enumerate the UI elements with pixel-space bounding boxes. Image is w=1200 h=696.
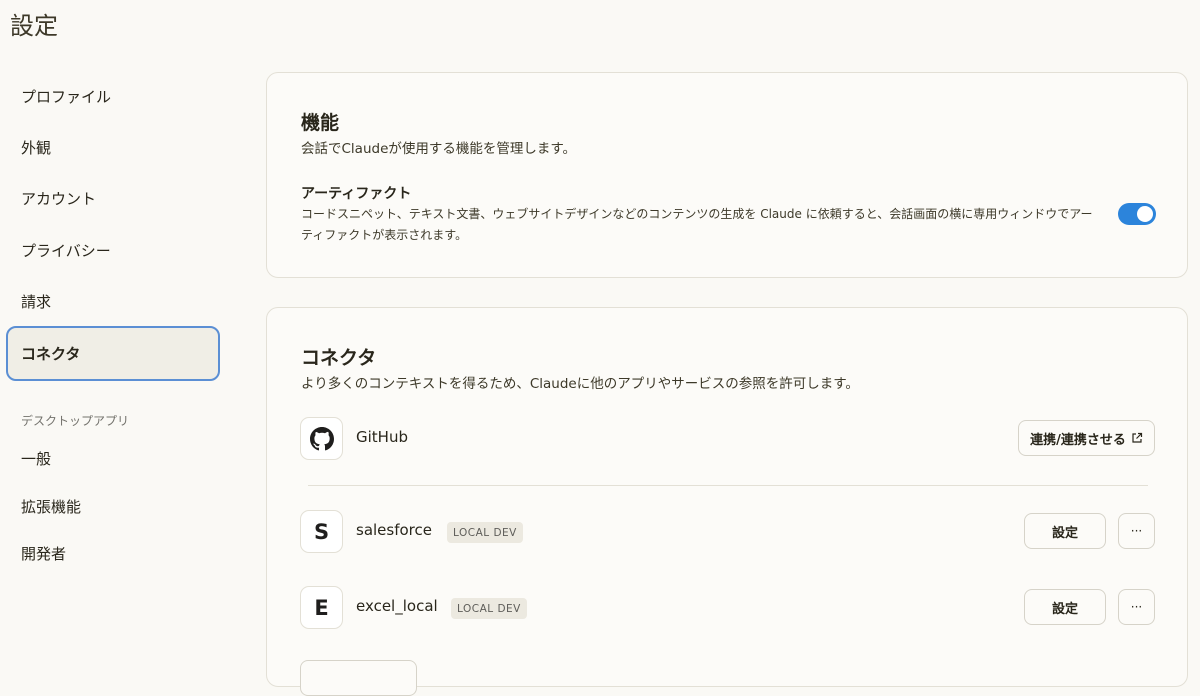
connector-name: GitHub (356, 428, 408, 446)
artifacts-feature-description: コードスニペット、テキスト文書、ウェブサイトデザインなどのコンテンツの生成を C… (301, 207, 1093, 242)
artifacts-feature-name: アーティファクト (301, 186, 412, 202)
sidebar-item-appearance[interactable]: 外観 (6, 121, 220, 173)
features-description: 会話でClaudeが使用する機能を管理します。 (301, 141, 577, 157)
artifacts-toggle[interactable] (1118, 203, 1156, 225)
connectors-divider (308, 485, 1148, 486)
sidebar-item-general[interactable]: 一般 (6, 432, 220, 484)
sidebar-item-label: 外観 (21, 138, 52, 157)
sidebar-item-profile[interactable]: プロファイル (6, 70, 220, 122)
sidebar-item-label: 拡張機能 (21, 497, 82, 516)
connectors-card: コネクタ より多くのコンテキストを得るため、Claudeに他のアプリやサービスの… (266, 307, 1188, 696)
sidebar-item-label: コネクタ (21, 345, 81, 363)
excel-letter-icon: E (300, 586, 343, 629)
local-dev-badge: LOCAL DEV (447, 522, 523, 543)
connector-name: salesforce (356, 521, 432, 539)
sidebar-item-account[interactable]: アカウント (6, 172, 220, 224)
connectors-title: コネクタ (301, 347, 377, 369)
features-title: 機能 (301, 112, 340, 134)
connectors-description: より多くのコンテキストを得るため、Claudeに他のアプリやサービスの参照を許可… (301, 376, 859, 392)
connector-row-github: GitHub 連携/連携させる (300, 417, 1156, 461)
local-dev-badge: LOCAL DEV (451, 598, 527, 619)
sidebar-item-label: 開発者 (21, 544, 67, 563)
salesforce-more-button[interactable]: ··· (1118, 513, 1155, 549)
more-icon: ··· (1130, 600, 1143, 614)
sidebar-item-label: 請求 (21, 292, 52, 311)
sidebar-item-extensions[interactable]: 拡張機能 (6, 480, 220, 532)
add-connector-button-partial[interactable] (300, 660, 417, 696)
connector-row-salesforce: S salesforce LOCAL DEV 設定 ··· (300, 510, 1156, 554)
connector-row-excel-local: E excel_local LOCAL DEV 設定 ··· (300, 586, 1156, 630)
salesforce-letter-icon: S (300, 510, 343, 553)
connect-github-button[interactable]: 連携/連携させる (1018, 420, 1155, 456)
page-title: 設定 (10, 12, 58, 40)
settings-button-label: 設定 (1051, 525, 1078, 541)
features-card: 機能 会話でClaudeが使用する機能を管理します。 アーティファクト コードス… (266, 72, 1188, 278)
connector-name: excel_local (356, 597, 438, 615)
external-link-icon (1132, 432, 1142, 443)
excel-settings-button[interactable]: 設定 (1024, 589, 1106, 625)
settings-button-label: 設定 (1051, 601, 1078, 617)
excel-more-button[interactable]: ··· (1118, 589, 1155, 625)
salesforce-settings-button[interactable]: 設定 (1024, 513, 1106, 549)
toggle-knob (1137, 206, 1153, 222)
sidebar-item-label: アカウント (21, 189, 97, 208)
sidebar-item-connectors[interactable]: コネクタ (6, 326, 220, 381)
github-icon (300, 417, 343, 460)
desktop-app-section-label: デスクトップアプリ (21, 414, 130, 428)
sidebar-item-developer[interactable]: 開発者 (6, 527, 220, 579)
more-icon: ··· (1130, 524, 1143, 538)
sidebar-item-billing[interactable]: 請求 (6, 275, 220, 327)
sidebar-item-privacy[interactable]: プライバシー (6, 224, 220, 276)
sidebar-item-label: プロファイル (21, 87, 112, 106)
sidebar-item-label: 一般 (21, 449, 52, 468)
connect-button-label: 連携/連携させる (1030, 432, 1126, 448)
sidebar-item-label: プライバシー (21, 241, 111, 260)
